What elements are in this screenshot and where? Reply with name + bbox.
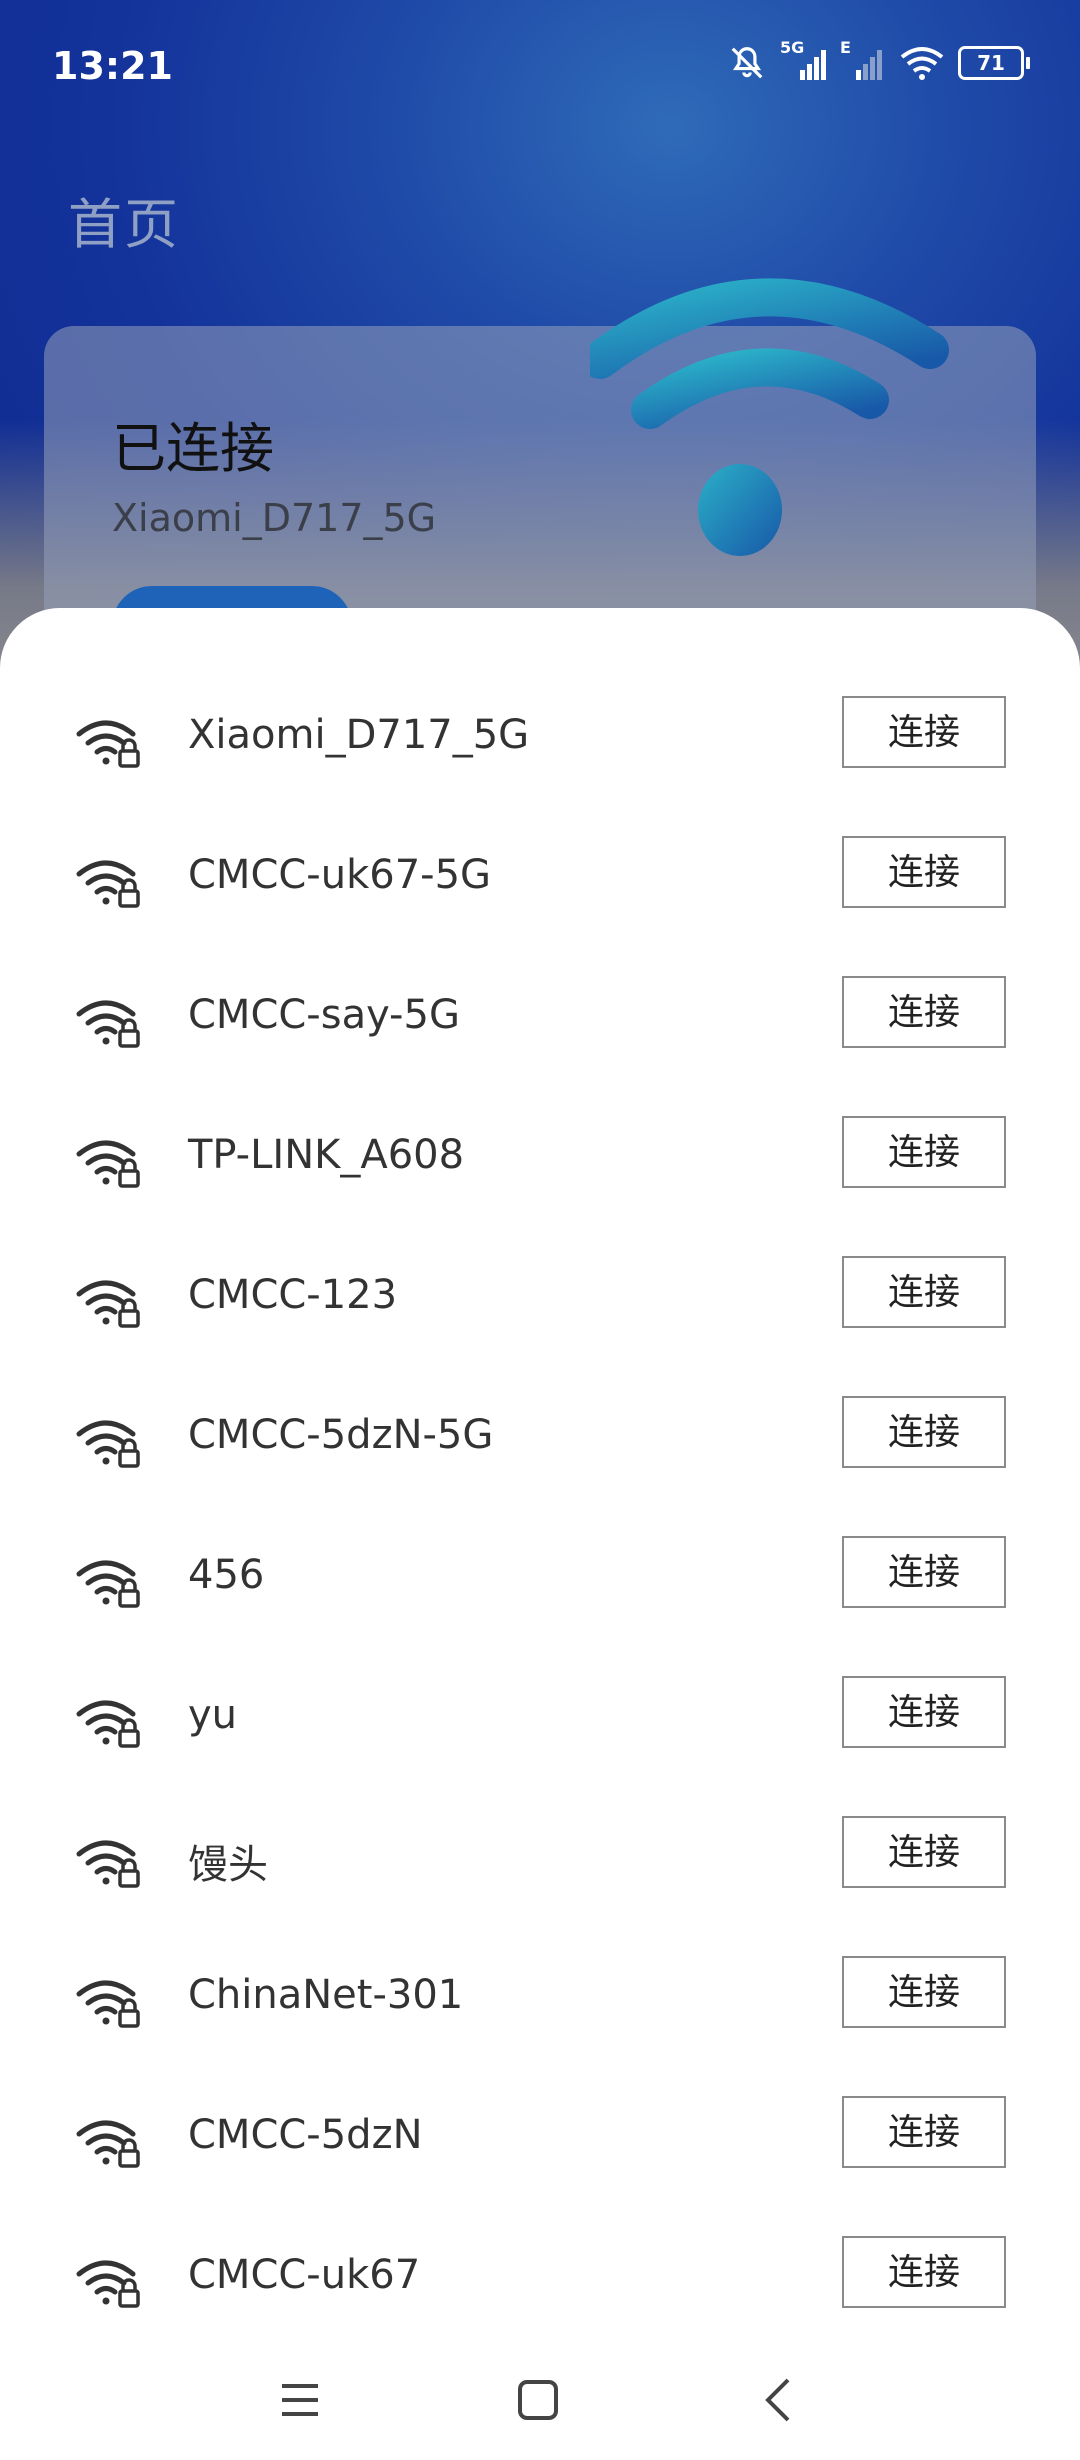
list-item[interactable]: CMCC-123 连接 — [0, 1228, 1080, 1368]
connect-button[interactable]: 连接 — [842, 976, 1006, 1048]
connect-button[interactable]: 连接 — [842, 2236, 1006, 2308]
list-item[interactable]: ChinaNet-301 连接 — [0, 1928, 1080, 2068]
battery-level: 71 — [958, 46, 1024, 80]
wifi-network-name: TP-LINK_A608 — [188, 1132, 465, 1178]
wifi-lock-icon — [76, 1418, 142, 1468]
wifi-lock-icon — [76, 1138, 142, 1188]
mute-bell-icon — [731, 47, 763, 79]
wifi-lock-icon — [76, 1558, 142, 1608]
list-item[interactable]: CMCC-uk67 连接 — [0, 2208, 1080, 2348]
home-icon[interactable] — [508, 2370, 568, 2430]
connect-button[interactable]: 连接 — [842, 1816, 1006, 1888]
battery-icon: 71 — [958, 46, 1030, 80]
connected-ssid: Xiaomi_D717_5G — [112, 496, 437, 540]
list-item[interactable]: 馒头 连接 — [0, 1788, 1080, 1928]
wifi-network-name: yu — [188, 1692, 238, 1738]
wifi-network-name: Xiaomi_D717_5G — [188, 712, 530, 758]
connect-button[interactable]: 连接 — [842, 1116, 1006, 1188]
connect-button[interactable]: 连接 — [842, 1256, 1006, 1328]
list-item[interactable]: CMCC-say-5G 连接 — [0, 948, 1080, 1088]
connect-button[interactable]: 连接 — [842, 1956, 1006, 2028]
list-item[interactable]: TP-LINK_A608 连接 — [0, 1088, 1080, 1228]
connect-button[interactable]: 连接 — [842, 2096, 1006, 2168]
wifi-lock-icon — [76, 998, 142, 1048]
wifi-lock-icon — [76, 2118, 142, 2168]
connect-button[interactable]: 连接 — [842, 696, 1006, 768]
connect-button[interactable]: 连接 — [842, 1536, 1006, 1608]
list-item[interactable]: CMCC-uk67-5G 连接 — [0, 808, 1080, 948]
wifi-list-sheet: Xiaomi_D717_5G 连接 CMCC-uk67-5G 连接 CMCC-s… — [0, 608, 1080, 2460]
wifi-lock-icon — [76, 718, 142, 768]
signal-5g-icon: 5G — [780, 38, 826, 82]
status-icons: 5G E 71 — [728, 38, 1030, 82]
connect-button[interactable]: 连接 — [842, 1676, 1006, 1748]
signal-e-icon: E — [840, 38, 886, 82]
wifi-lock-icon — [76, 1838, 142, 1888]
connect-button[interactable]: 连接 — [842, 836, 1006, 908]
wifi-network-name: CMCC-uk67 — [188, 2252, 421, 2298]
wifi-lock-icon — [76, 858, 142, 908]
connection-status: 已连接 — [112, 417, 274, 480]
list-item[interactable]: Xiaomi_D717_5G 连接 — [0, 668, 1080, 808]
status-time: 13:21 — [52, 44, 173, 88]
wifi-network-name: CMCC-5dzN-5G — [188, 1412, 494, 1458]
wifi-network-name: ChinaNet-301 — [188, 1972, 464, 2018]
list-item[interactable]: yu 连接 — [0, 1648, 1080, 1788]
navigation-bar — [0, 2340, 1080, 2460]
wifi-network-name: CMCC-123 — [188, 1272, 398, 1318]
list-item[interactable]: CMCC-5dzN-5G 连接 — [0, 1368, 1080, 1508]
wifi-network-name: 馒头 — [188, 1842, 268, 1888]
wifi-lock-icon — [76, 1978, 142, 2028]
wifi-network-name: CMCC-5dzN — [188, 2112, 423, 2158]
wifi-lock-icon — [76, 2258, 142, 2308]
wifi-status-icon — [900, 47, 944, 80]
status-bar: 13:21 5G E 71 — [0, 0, 1080, 140]
page-title: 首页 — [68, 193, 180, 256]
list-item[interactable]: 456 连接 — [0, 1508, 1080, 1648]
back-icon[interactable] — [750, 2370, 810, 2430]
wifi-network-name: 456 — [188, 1552, 265, 1598]
connect-button[interactable]: 连接 — [842, 1396, 1006, 1468]
wifi-lock-icon — [76, 1278, 142, 1328]
hero-wifi-icon — [590, 278, 949, 556]
wifi-network-name: CMCC-say-5G — [188, 992, 460, 1038]
menu-icon[interactable] — [270, 2370, 330, 2430]
wifi-lock-icon — [76, 1698, 142, 1748]
list-item[interactable]: CMCC-5dzN 连接 — [0, 2068, 1080, 2208]
wifi-network-name: CMCC-uk67-5G — [188, 852, 492, 898]
